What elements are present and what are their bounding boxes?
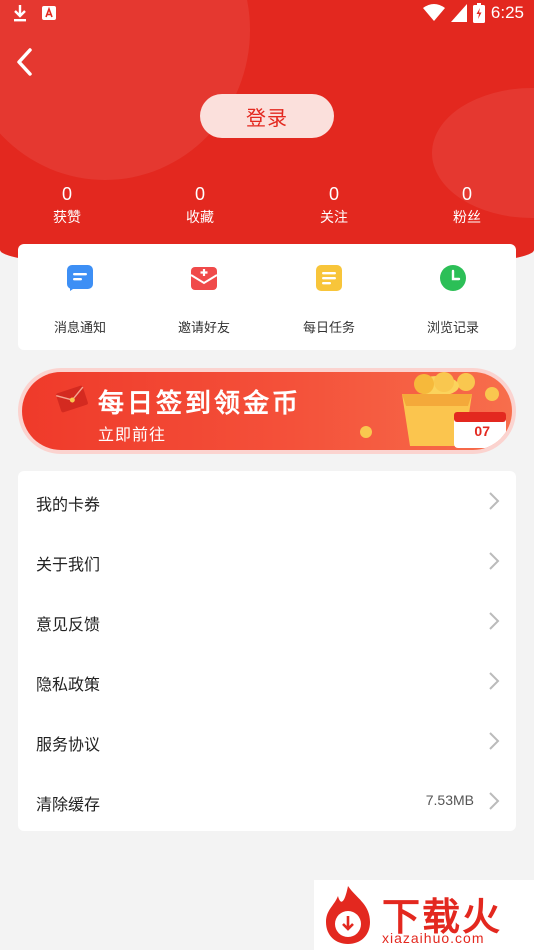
banner-title: 每日签到领金币 <box>98 388 302 418</box>
chevron-right-icon <box>489 672 500 690</box>
settings-menu: 我的卡券 关于我们 意见反馈 隐私政策 服务协议 清除缓存 7.53MB <box>18 471 516 831</box>
calendar-day: 07 <box>474 423 490 439</box>
stat-label: 收藏 <box>186 209 214 225</box>
red-envelope-icon <box>56 385 88 413</box>
login-button[interactable]: 登录 <box>200 94 334 138</box>
menu-item-clear-cache[interactable]: 清除缓存 7.53MB <box>18 771 516 831</box>
chevron-right-icon <box>489 732 500 750</box>
quick-actions-card: 消息通知 邀请好友 每日任务 浏览记录 <box>18 244 516 350</box>
status-time: 6:25 <box>490 3 524 22</box>
chevron-right-icon <box>489 552 500 570</box>
quick-action-label: 每日任务 <box>302 320 355 335</box>
quick-action-history[interactable]: 浏览记录 <box>391 264 515 336</box>
cache-size: 7.53MB <box>425 792 474 808</box>
chevron-right-icon <box>489 492 500 510</box>
back-arrow-icon[interactable] <box>12 44 42 80</box>
invite-envelope-icon <box>190 267 218 290</box>
battery-icon <box>472 3 485 23</box>
menu-item-label: 意见反馈 <box>36 617 101 634</box>
stats-row: 0 获赞 0 收藏 0 关注 0 粉丝 <box>0 182 534 232</box>
app-notification-icon <box>42 6 56 20</box>
task-list-icon <box>316 265 342 291</box>
stat-likes[interactable]: 0 获赞 <box>27 182 107 228</box>
menu-item-about[interactable]: 关于我们 <box>18 531 516 591</box>
status-bar: 6:25 <box>0 0 534 30</box>
stat-favorites[interactable]: 0 收藏 <box>160 182 240 228</box>
watermark-domain: xiazaihuo.com <box>382 930 485 946</box>
signal-icon <box>450 4 467 22</box>
daily-checkin-banner[interactable]: 每日签到领金币 立即前往 07 <box>18 368 516 454</box>
message-icon <box>67 265 93 291</box>
menu-item-label: 隐私政策 <box>36 677 101 694</box>
stat-value: 0 <box>461 184 472 204</box>
menu-item-label: 清除缓存 <box>36 797 101 814</box>
quick-action-label: 消息通知 <box>53 320 106 335</box>
stat-label: 关注 <box>320 209 348 225</box>
banner-subtitle[interactable]: 立即前往 <box>98 421 166 445</box>
quick-action-tasks[interactable]: 每日任务 <box>267 264 391 336</box>
menu-item-label: 我的卡券 <box>36 497 101 514</box>
menu-item-label: 服务协议 <box>36 737 101 754</box>
stat-following[interactable]: 0 关注 <box>294 182 374 228</box>
quick-action-label: 浏览记录 <box>426 320 479 335</box>
flame-logo-icon <box>326 886 370 944</box>
stat-value: 0 <box>194 184 205 204</box>
chevron-right-icon <box>489 612 500 630</box>
wifi-icon <box>422 4 445 21</box>
stat-label: 粉丝 <box>453 209 481 225</box>
stat-label: 获赞 <box>53 209 81 225</box>
menu-item-feedback[interactable]: 意见反馈 <box>18 591 516 651</box>
chevron-right-icon <box>489 792 500 810</box>
quick-action-label: 邀请好友 <box>177 320 230 335</box>
menu-item-terms[interactable]: 服务协议 <box>18 711 516 771</box>
menu-item-coupons[interactable]: 我的卡券 <box>18 471 516 531</box>
menu-item-privacy[interactable]: 隐私政策 <box>18 651 516 711</box>
menu-item-label: 关于我们 <box>36 557 101 574</box>
site-watermark: 下载火 xiazaihuo.com <box>314 880 534 950</box>
stat-value: 0 <box>61 184 72 204</box>
download-icon <box>14 5 26 22</box>
quick-action-invite[interactable]: 邀请好友 <box>142 264 266 336</box>
clock-icon <box>440 265 466 291</box>
stat-followers[interactable]: 0 粉丝 <box>427 182 507 228</box>
quick-action-messages[interactable]: 消息通知 <box>18 264 142 336</box>
stat-value: 0 <box>328 184 339 204</box>
